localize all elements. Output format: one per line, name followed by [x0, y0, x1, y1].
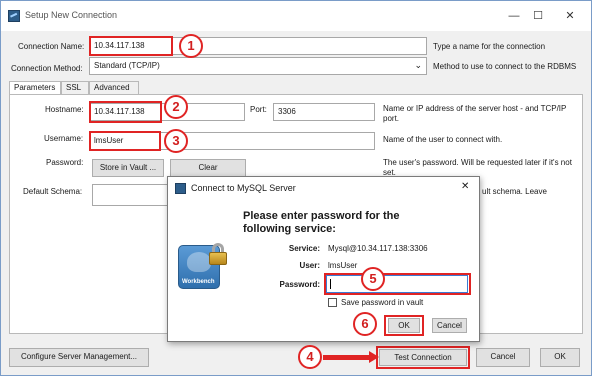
tab-parameters[interactable]: Parameters: [9, 81, 61, 95]
annotation-arrowhead: [369, 351, 379, 363]
annotation-arrow: [323, 355, 371, 360]
logo-text: Workbench: [182, 279, 215, 285]
service-value: Mysql@10.34.117.138:3306: [328, 244, 428, 253]
tab-ssl[interactable]: SSL: [61, 81, 89, 94]
workbench-app-icon: [8, 10, 20, 22]
dialog-cancel-button[interactable]: Cancel: [432, 318, 467, 333]
lock-body: [209, 252, 227, 265]
connection-method-label: Connection Method:: [11, 64, 83, 73]
tab-advanced[interactable]: Advanced: [89, 81, 139, 94]
dialog-title-bar: Connect to MySQL Server ✕: [168, 177, 479, 199]
annotation-highlight-hostname: [89, 101, 162, 123]
workbench-logo: Workbench: [178, 239, 228, 291]
lock-icon: [209, 243, 227, 265]
username-label: Username:: [44, 134, 84, 143]
dialog-heading: Please enter password for the following …: [243, 210, 400, 235]
password-label: Password:: [46, 158, 84, 167]
configure-server-management-button[interactable]: Configure Server Management...: [9, 348, 149, 367]
default-schema-input[interactable]: [92, 184, 168, 206]
store-in-vault-button[interactable]: Store in Vault ...: [92, 159, 164, 177]
connection-method-help: Method to use to connect to the RDBMS: [433, 62, 577, 71]
dialog-password-label: Password:: [279, 280, 320, 289]
port-input[interactable]: 3306: [273, 103, 375, 121]
clear-password-button[interactable]: Clear: [170, 159, 246, 177]
connection-method-value: Standard (TCP/IP): [94, 61, 160, 70]
save-password-checkbox[interactable]: [328, 298, 337, 307]
annotation-step-5: 5: [361, 267, 385, 291]
port-label: Port:: [250, 105, 267, 114]
annotation-highlight-password: [324, 273, 471, 295]
connection-name-help: Type a name for the connection: [433, 42, 546, 51]
ok-button[interactable]: OK: [540, 348, 580, 367]
annotation-step-4: 4: [298, 345, 322, 369]
service-label: Service:: [288, 244, 320, 253]
annotation-step-3: 3: [164, 129, 188, 153]
annotation-highlight-dialog-ok: [384, 315, 424, 336]
maximize-button[interactable]: ☐: [523, 5, 553, 27]
password-help: The user's password. Will be requested l…: [383, 158, 572, 177]
dolphin-shape: [187, 252, 211, 272]
annotation-highlight-connection-name: [89, 36, 173, 56]
user-label: User:: [299, 261, 320, 270]
annotation-highlight-test-connection: [376, 346, 470, 369]
cancel-button[interactable]: Cancel: [476, 348, 530, 367]
save-password-label: Save password in vault: [341, 298, 424, 307]
workbench-app-icon: [175, 183, 186, 194]
chevron-down-icon: ⌄: [414, 60, 422, 70]
hostname-label: Hostname:: [45, 105, 84, 114]
default-schema-label: Default Schema:: [23, 187, 83, 196]
username-help: Name of the user to connect with.: [383, 135, 503, 144]
default-schema-help: ult schema. Leave: [482, 187, 547, 196]
dialog-close-button[interactable]: ✕: [461, 181, 469, 192]
annotation-highlight-username: [89, 131, 161, 151]
connection-method-select[interactable]: Standard (TCP/IP) ⌄: [89, 57, 427, 75]
close-button[interactable]: ✕: [555, 5, 585, 27]
annotation-step-2: 2: [164, 95, 188, 119]
window-title: Setup New Connection: [25, 10, 118, 20]
connection-name-label: Connection Name:: [18, 42, 85, 51]
annotation-step-6: 6: [353, 312, 377, 336]
host-help: Name or IP address of the server host - …: [383, 104, 567, 123]
dialog-title: Connect to MySQL Server: [191, 183, 296, 193]
connect-to-mysql-dialog: Connect to MySQL Server ✕ Workbench Plea…: [167, 176, 480, 342]
user-value: lmsUser: [328, 261, 358, 270]
title-bar: Setup New Connection — ☐ ✕: [1, 1, 591, 31]
annotation-step-1: 1: [179, 34, 203, 58]
